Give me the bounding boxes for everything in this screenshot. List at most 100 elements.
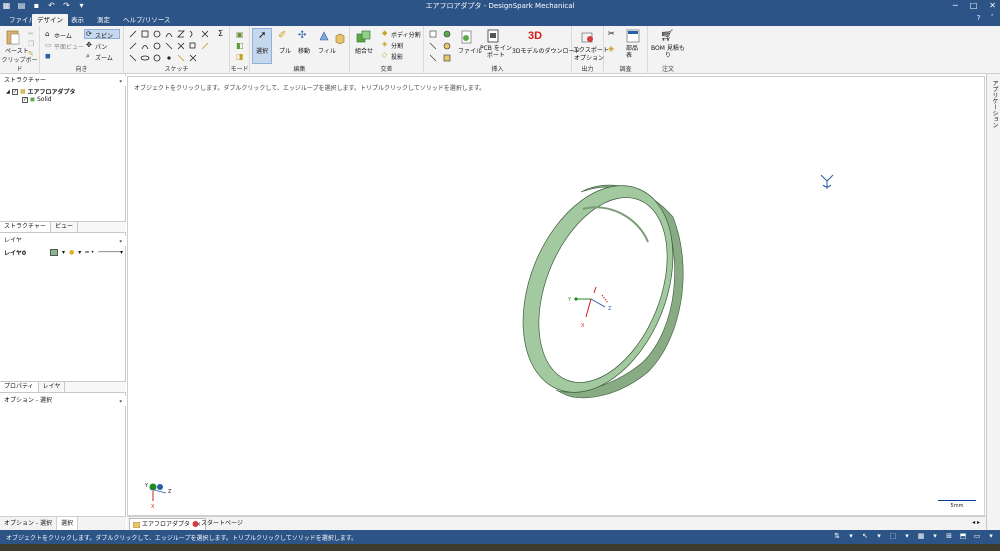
paste-label[interactable]: ペースト xyxy=(5,46,29,55)
display-icon[interactable]: ⬒ xyxy=(958,532,968,541)
pull-icon[interactable]: ✐ xyxy=(278,30,286,41)
pin-icon[interactable]: ᵩ xyxy=(120,76,123,86)
pointer-icon[interactable]: ↖ xyxy=(860,532,870,541)
line-style-icon[interactable]: ━ • xyxy=(85,249,94,256)
checkbox-icon[interactable]: ✓ xyxy=(22,96,28,103)
dropdown-icon[interactable]: ▾ xyxy=(62,249,65,256)
tab-options-select[interactable]: オプション - 選択 xyxy=(0,517,57,530)
expand-icon[interactable]: ◢ xyxy=(6,89,10,95)
insert-group-label: 挿入 xyxy=(491,66,504,73)
select-mode-icon[interactable]: ⇅ xyxy=(832,532,842,541)
pan-label[interactable]: パン xyxy=(95,42,107,51)
pin-icon[interactable]: ᵩ xyxy=(120,396,123,406)
tab-view[interactable]: ビュー xyxy=(51,222,78,232)
ribbon-collapse-icon[interactable]: ˆ xyxy=(991,14,995,22)
spin-icon: ⟳ xyxy=(86,30,92,38)
fill-icon[interactable] xyxy=(318,30,330,42)
pull-label[interactable]: プル xyxy=(279,46,291,55)
tree-root[interactable]: ◢ ✓ ▦ エアフロアダプタ xyxy=(6,87,76,96)
layer-color-swatch[interactable] xyxy=(50,249,58,256)
parts-table-icon[interactable] xyxy=(626,29,640,43)
pan-icon[interactable]: ✥ xyxy=(86,41,92,49)
plan-view-label[interactable]: 平面ビュー xyxy=(54,42,84,51)
pcb-import-label[interactable]: PCB をイン ポート xyxy=(480,45,512,59)
window-icon[interactable]: ▭ xyxy=(972,532,982,541)
download-3d-icon[interactable]: 3D xyxy=(528,30,542,42)
doc-tab-start-page[interactable]: スタートページ xyxy=(189,518,247,530)
grid-dropdown-icon[interactable]: ▾ xyxy=(930,532,940,541)
status-bar: オブジェクトをクリックします。ダブルクリックして、エッジループを選択します。トリ… xyxy=(0,530,1000,544)
3d-viewport[interactable]: オブジェクトをクリックします。ダブルクリックして、エッジループを選択します。トリ… xyxy=(127,76,985,516)
tab-design[interactable]: デザイン xyxy=(32,14,68,26)
select-box-icon[interactable]: ▾ xyxy=(846,532,856,541)
tab-select[interactable]: 選択 xyxy=(56,517,78,530)
layer-row[interactable]: レイヤ0 ▾ ● ▾ ━ • ──────▾ xyxy=(4,248,124,257)
download-3d-label[interactable]: 3Dモデルのダウンロード xyxy=(512,46,580,55)
tab-display[interactable]: 表示 xyxy=(66,14,89,26)
combine-label[interactable]: 組合せ xyxy=(355,46,373,55)
split-body-icon[interactable]: ◆ xyxy=(382,29,387,37)
help-icon[interactable]: ? xyxy=(977,14,981,22)
plan-view-icon[interactable]: ▭ xyxy=(45,41,52,49)
box-icon[interactable] xyxy=(334,32,346,44)
sketch-tools-icon[interactable] xyxy=(128,29,228,63)
cart-icon[interactable]: 🛒︎ xyxy=(660,29,674,42)
model-canvas[interactable]: Y X Z Y Z X xyxy=(128,77,986,517)
tab-measure[interactable]: 測定 xyxy=(92,14,115,26)
tab-help-resources[interactable]: ヘルプ/リソース xyxy=(118,14,175,26)
checkbox-icon[interactable]: ✓ xyxy=(11,88,18,95)
minimize-button[interactable]: ─ xyxy=(953,0,958,12)
zoom-label[interactable]: ズーム xyxy=(95,53,113,62)
insert-tools-icon[interactable] xyxy=(428,29,454,63)
bulb-icon[interactable]: ● xyxy=(69,249,74,256)
split-label[interactable]: 分割 xyxy=(391,41,403,50)
filter-icon[interactable]: ⬚ xyxy=(888,532,898,541)
sketch-mode-icon[interactable]: ▣ xyxy=(236,30,244,39)
check-geometry-icon[interactable]: ◈ xyxy=(608,44,614,53)
section-mode-icon[interactable]: ◧ xyxy=(236,41,244,50)
clipboard-group-label: クリップボード xyxy=(1,57,38,73)
close-button[interactable]: ✕ xyxy=(989,0,996,12)
dropdown-icon[interactable]: ▾ xyxy=(78,249,81,256)
tree-item-solid[interactable]: ✓ ◼ Solid xyxy=(22,96,52,103)
tab-structure[interactable]: ストラクチャー xyxy=(0,222,51,232)
zoom-icon[interactable]: ⌕ xyxy=(86,52,90,61)
filter-dropdown-icon[interactable]: ▾ xyxy=(902,532,912,541)
parts-table-label[interactable]: 部品 表 xyxy=(626,45,638,59)
move-label[interactable]: 移動 xyxy=(298,46,310,55)
options-label[interactable]: オプション xyxy=(574,53,604,62)
split-body-label[interactable]: ボディ分割 xyxy=(391,30,421,39)
snap-icon[interactable]: ⊞ xyxy=(944,532,954,541)
view-cube-icon[interactable]: ◼ xyxy=(45,52,51,60)
move-icon[interactable]: ✣ xyxy=(298,30,306,41)
insert-file-label[interactable]: ファイル xyxy=(458,46,482,55)
project-label[interactable]: 投影 xyxy=(391,52,403,61)
maximize-button[interactable]: □ xyxy=(970,0,978,12)
export-icon[interactable] xyxy=(581,30,595,44)
combine-icon[interactable] xyxy=(356,30,372,44)
grid-icon[interactable]: ▦ xyxy=(916,532,926,541)
pin-icon[interactable]: ᵩ xyxy=(120,236,123,246)
doc-tab-nav[interactable]: ◂ ▸ xyxy=(972,519,980,526)
measure-tool-icon[interactable]: ✂ xyxy=(608,29,615,38)
home-icon[interactable]: ⌂ xyxy=(45,30,49,38)
tab-properties[interactable]: プロパティ xyxy=(0,382,39,392)
pcb-import-icon[interactable] xyxy=(486,29,500,43)
pointer-dropdown-icon[interactable]: ▾ xyxy=(874,532,884,541)
fill-label[interactable]: フィル xyxy=(318,46,336,55)
bom-quote-label[interactable]: BOM 見積も り xyxy=(651,45,685,59)
sigma-icon[interactable]: Σ xyxy=(218,29,223,38)
3d-mode-icon[interactable]: ◨ xyxy=(236,52,244,61)
insert-file-icon[interactable] xyxy=(460,30,474,44)
project-icon[interactable]: ◇ xyxy=(382,51,387,59)
ring-solid[interactable] xyxy=(494,163,701,414)
window-dropdown-icon[interactable]: ▾ xyxy=(986,532,996,541)
right-strip-label[interactable]: アプリケーション xyxy=(990,80,999,128)
line-weight-icon[interactable]: ──────▾ xyxy=(98,249,123,256)
paste-icon[interactable] xyxy=(6,29,20,45)
copy-icon[interactable]: ❐ xyxy=(28,40,34,48)
home-label[interactable]: ホーム xyxy=(54,31,72,40)
cut-icon[interactable]: ✂ xyxy=(28,30,34,38)
tab-layer[interactable]: レイヤ xyxy=(39,382,66,392)
split-icon[interactable]: ◈ xyxy=(382,40,387,48)
